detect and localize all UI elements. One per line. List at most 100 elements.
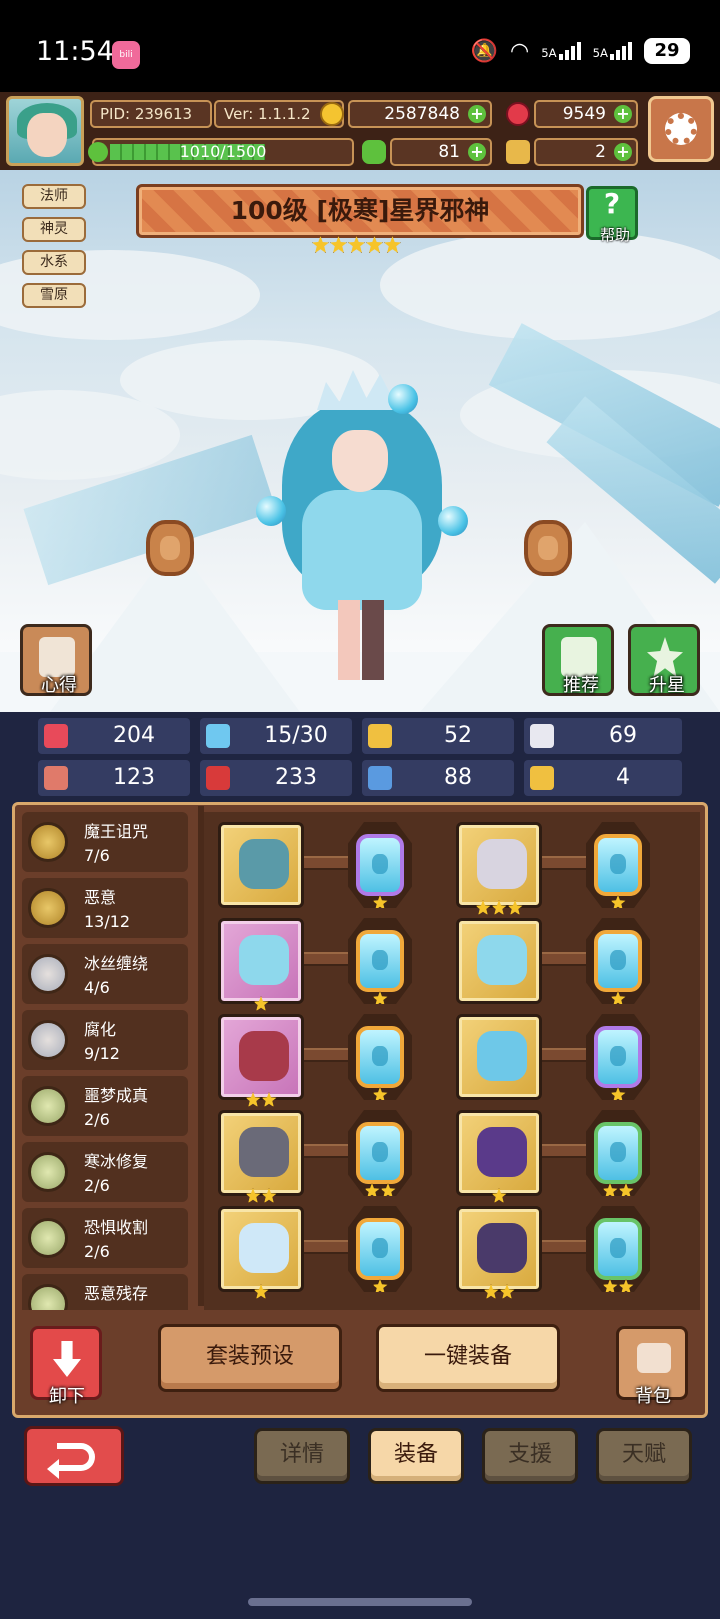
equipment-slot[interactable] [218, 918, 304, 1011]
tab-support[interactable]: 支援 [482, 1428, 578, 1484]
xp-bar: 1010/1500 [92, 138, 354, 166]
equipment-slot[interactable] [218, 1206, 304, 1299]
set-name: 噩梦成真 [84, 1086, 149, 1105]
gem-socket[interactable] [586, 918, 650, 1004]
status-bar: 11:54 bili 🔕 ◠ 5A 5A 29 [0, 0, 720, 92]
clover-icon [362, 140, 386, 164]
hero-title-banner: 100级 [极寒]星界邪神 [136, 184, 584, 238]
wifi-icon: ◠ [510, 38, 530, 64]
home-indicator[interactable] [248, 1598, 472, 1606]
add-gold-button[interactable]: + [468, 105, 486, 123]
ice-armor-icon [477, 935, 527, 985]
gem-socket[interactable] [348, 918, 412, 1004]
star-icon [499, 1284, 515, 1299]
clover-counter: 81 + [390, 138, 492, 166]
equipment-slot[interactable] [218, 1014, 304, 1107]
gem-icon [356, 1026, 404, 1088]
set-medal-icon [28, 1284, 68, 1310]
gem-icon [356, 1218, 404, 1280]
set-bonus-item[interactable]: 魔王诅咒 7/6 [22, 812, 188, 872]
set-name: 恶意残存 [84, 1284, 149, 1303]
set-preset-button[interactable]: 套装预设 [158, 1324, 342, 1392]
set-bonus-item[interactable]: 恐惧收割 2/6 [22, 1208, 188, 1268]
shield-icon [368, 724, 392, 748]
set-count: 2/6 [84, 1110, 110, 1129]
equipment-slot[interactable] [456, 1110, 542, 1203]
equipment-slot[interactable] [456, 1206, 542, 1299]
tab-details[interactable]: 详情 [254, 1428, 350, 1484]
gem-socket[interactable] [586, 1206, 650, 1292]
arrow-down-icon [53, 1341, 81, 1377]
set-bonus-list[interactable]: 魔王诅咒 7/6 恶意 13/12 冰丝缠绕 4/6 腐化 9/12 噩梦成真 2/6 寒冰修复 2/… [22, 812, 198, 1310]
gem-socket[interactable] [348, 1110, 412, 1196]
stat-hp: 204 [38, 718, 190, 754]
hero-character-sprite [262, 370, 462, 690]
star-icon [491, 900, 507, 915]
equipment-grid [204, 812, 700, 1310]
dark-boots-icon [477, 1223, 527, 1273]
set-name: 恶意 [84, 888, 117, 907]
gem-socket[interactable] [586, 1014, 650, 1100]
equipment-slot[interactable] [456, 1014, 542, 1100]
water-drop-icon [206, 724, 230, 748]
rock-orb-icon [239, 1127, 289, 1177]
tab-talent[interactable]: 天赋 [596, 1428, 692, 1484]
gem-socket[interactable] [348, 822, 412, 908]
set-count: 9/12 [84, 1044, 120, 1063]
equipment-slot[interactable] [218, 1110, 304, 1203]
gem-socket[interactable] [348, 1014, 412, 1100]
gem-socket[interactable] [586, 822, 650, 908]
set-name: 寒冰修复 [84, 1152, 149, 1171]
horned-helmet-icon [477, 839, 527, 889]
heart-icon [44, 724, 68, 748]
add-clover-button[interactable]: + [468, 143, 486, 161]
tips-button[interactable]: 心得 [20, 624, 92, 696]
set-bonus-item[interactable]: 恶意 13/12 [22, 878, 188, 938]
equipment-slot[interactable] [456, 822, 542, 915]
set-count: 13/12 [84, 912, 131, 931]
tag-class: 法师 [22, 184, 86, 209]
set-medal-icon [28, 1086, 68, 1126]
rune-slot-right[interactable] [524, 520, 572, 576]
tab-equipment[interactable]: 装备 [368, 1428, 464, 1484]
gem-counter: 9549 + [534, 100, 638, 128]
help-button[interactable]: ? 帮助 [586, 186, 638, 244]
equipment-slot[interactable] [456, 918, 542, 1004]
star-up-button[interactable]: 升星 [628, 624, 700, 696]
set-bonus-item[interactable]: 恶意残存 [22, 1274, 188, 1310]
xp-text: 1010/1500 [179, 142, 267, 161]
hero-star-rating [312, 236, 401, 253]
equipment-slot[interactable] [218, 822, 304, 908]
hero-stats: 204 15/30 52 69 123 233 88 4 [0, 712, 720, 800]
set-bonus-item[interactable]: 冰丝缠绕 4/6 [22, 944, 188, 1004]
hero-title: 100级 [极寒]星界邪神 [230, 196, 490, 225]
star-icon [253, 996, 269, 1011]
set-medal-icon [28, 822, 68, 862]
gem-icon [356, 930, 404, 992]
add-gems-button[interactable]: + [614, 105, 632, 123]
gem-icon [594, 1218, 642, 1280]
gem-icon [594, 930, 642, 992]
star-icon [364, 1183, 380, 1196]
tag-race: 神灵 [22, 217, 86, 242]
player-avatar[interactable] [6, 96, 84, 166]
set-count: 4/6 [84, 978, 110, 997]
rune-slot-left[interactable] [146, 520, 194, 576]
equip-all-button[interactable]: 一键装备 [376, 1324, 560, 1392]
set-count: 2/6 [84, 1242, 110, 1261]
set-bonus-item[interactable]: 噩梦成真 2/6 [22, 1076, 188, 1136]
add-key-button[interactable]: + [614, 143, 632, 161]
set-medal-icon [28, 954, 68, 994]
set-bonus-item[interactable]: 寒冰修复 2/6 [22, 1142, 188, 1202]
set-name: 魔王诅咒 [84, 822, 149, 841]
leaf-icon [88, 142, 108, 162]
dark-chest-icon [477, 1127, 527, 1177]
gem-socket[interactable] [586, 1110, 650, 1196]
settings-button[interactable] [648, 96, 714, 162]
wing-icon [530, 724, 554, 748]
gem-socket[interactable] [348, 1206, 412, 1292]
stat-attack: 123 [38, 760, 190, 796]
back-button[interactable] [24, 1426, 124, 1486]
recommend-button[interactable]: 推荐 [542, 624, 614, 696]
set-bonus-item[interactable]: 腐化 9/12 [22, 1010, 188, 1070]
